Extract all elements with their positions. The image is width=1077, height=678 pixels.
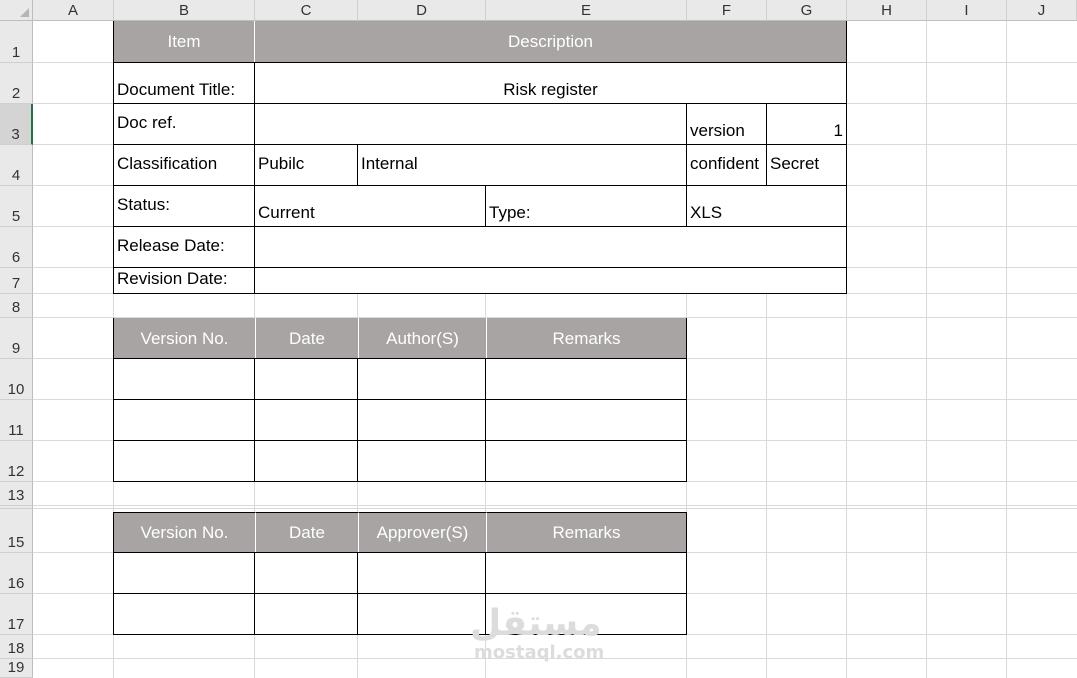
version-table-cell[interactable] bbox=[485, 440, 687, 482]
approval-table-cell[interactable] bbox=[485, 552, 687, 594]
approval-table-cell[interactable] bbox=[113, 552, 255, 594]
watermark-text: mostaql.com bbox=[474, 642, 605, 663]
approval-table-cell[interactable] bbox=[254, 552, 358, 594]
row-header-3[interactable]: 3 bbox=[0, 104, 33, 145]
doc-ref-value-cell[interactable] bbox=[254, 103, 687, 145]
approval-date-header[interactable]: Date bbox=[255, 512, 358, 553]
column-header-a[interactable]: A bbox=[33, 0, 114, 21]
column-header-f[interactable]: F bbox=[687, 0, 767, 21]
version-table-cell[interactable] bbox=[485, 399, 687, 441]
spreadsheet-grid[interactable]: A B C D E F G H I J 1 2 3 4 5 6 7 8 9 10… bbox=[0, 0, 1077, 678]
version-table-cell[interactable] bbox=[254, 358, 358, 400]
class-public-cell[interactable]: Pubilc bbox=[254, 144, 358, 186]
watermark-logo: مستقل bbox=[470, 603, 602, 644]
column-header-g[interactable]: G bbox=[767, 0, 847, 21]
doc-title-value-cell[interactable]: Risk register bbox=[254, 62, 847, 104]
doc-title-label-cell[interactable]: Document Title: bbox=[113, 62, 255, 104]
class-secret-cell[interactable]: Secret bbox=[766, 144, 847, 186]
version-table-cell[interactable] bbox=[357, 399, 486, 441]
approval-table-cell[interactable] bbox=[254, 593, 358, 635]
row-header-7[interactable]: 7 bbox=[0, 268, 33, 294]
approval-table-cell[interactable] bbox=[357, 552, 486, 594]
doc-ref-label-cell[interactable]: Doc ref. bbox=[113, 103, 255, 145]
row-header-10[interactable]: 10 bbox=[0, 359, 33, 400]
row-header-18[interactable]: 18 bbox=[0, 635, 33, 659]
select-all-corner[interactable] bbox=[0, 0, 33, 21]
date-header[interactable]: Date bbox=[255, 318, 358, 359]
row-header-8[interactable]: 8 bbox=[0, 294, 33, 318]
row-header-19[interactable]: 19 bbox=[0, 659, 33, 678]
version-no-header[interactable]: Version No. bbox=[113, 318, 255, 359]
version-table-cell[interactable] bbox=[113, 358, 255, 400]
version-table-cell[interactable] bbox=[254, 440, 358, 482]
row-header-6[interactable]: 6 bbox=[0, 227, 33, 268]
row-header-15[interactable]: 15 bbox=[0, 509, 33, 553]
row-header-9[interactable]: 9 bbox=[0, 318, 33, 359]
gridline bbox=[33, 505, 1077, 506]
approval-remarks-header[interactable]: Remarks bbox=[486, 512, 687, 553]
version-label-cell[interactable]: version bbox=[686, 103, 767, 145]
row-header-5[interactable]: 5 bbox=[0, 186, 33, 227]
row-header-4[interactable]: 4 bbox=[0, 145, 33, 186]
version-table-cell[interactable] bbox=[485, 358, 687, 400]
gridline bbox=[1006, 21, 1007, 678]
version-table-cell[interactable] bbox=[113, 399, 255, 441]
column-header-d[interactable]: D bbox=[358, 0, 486, 21]
column-header-e[interactable]: E bbox=[486, 0, 687, 21]
description-header-cell[interactable]: Description bbox=[255, 21, 847, 63]
column-header-b[interactable]: B bbox=[114, 0, 255, 21]
row-header-11[interactable]: 11 bbox=[0, 400, 33, 441]
column-header-h[interactable]: H bbox=[847, 0, 927, 21]
revision-date-value-cell[interactable] bbox=[254, 267, 847, 294]
approval-version-no-header[interactable]: Version No. bbox=[113, 512, 255, 553]
row-header-2[interactable]: 2 bbox=[0, 63, 33, 104]
column-header-i[interactable]: I bbox=[927, 0, 1007, 21]
class-internal-cell[interactable]: Internal bbox=[357, 144, 687, 186]
column-header-j[interactable]: J bbox=[1007, 0, 1077, 21]
author-header[interactable]: Author(S) bbox=[358, 318, 486, 359]
classification-label-cell[interactable]: Classification bbox=[113, 144, 255, 186]
status-value-cell[interactable]: Current bbox=[254, 185, 486, 227]
release-date-value-cell[interactable] bbox=[254, 226, 847, 268]
revision-date-label-cell[interactable]: Revision Date: bbox=[113, 267, 255, 294]
row-header-13[interactable]: 13 bbox=[0, 482, 33, 506]
row-header-12[interactable]: 12 bbox=[0, 441, 33, 482]
row-header-1[interactable]: 1 bbox=[0, 21, 33, 63]
column-header-c[interactable]: C bbox=[255, 0, 358, 21]
version-table-cell[interactable] bbox=[357, 440, 486, 482]
remarks-header[interactable]: Remarks bbox=[486, 318, 687, 359]
row-header-16[interactable]: 16 bbox=[0, 553, 33, 594]
version-table-cell[interactable] bbox=[357, 358, 486, 400]
version-table-cell[interactable] bbox=[254, 399, 358, 441]
row-header-17[interactable]: 17 bbox=[0, 594, 33, 635]
approval-table-cell[interactable] bbox=[357, 593, 486, 635]
approver-header[interactable]: Approver(S) bbox=[358, 512, 486, 553]
release-date-label-cell[interactable]: Release Date: bbox=[113, 226, 255, 268]
version-value-cell[interactable]: 1 bbox=[766, 103, 847, 145]
class-confidential-cell[interactable]: confident bbox=[686, 144, 767, 186]
approval-table-cell[interactable] bbox=[113, 593, 255, 635]
type-label-cell[interactable]: Type: bbox=[485, 185, 687, 227]
gridline bbox=[926, 21, 927, 678]
item-header-cell[interactable]: Item bbox=[113, 21, 255, 63]
status-label-cell[interactable]: Status: bbox=[113, 185, 255, 227]
type-value-cell[interactable]: XLS bbox=[686, 185, 847, 227]
version-table-cell[interactable] bbox=[113, 440, 255, 482]
gridline bbox=[33, 508, 1077, 509]
